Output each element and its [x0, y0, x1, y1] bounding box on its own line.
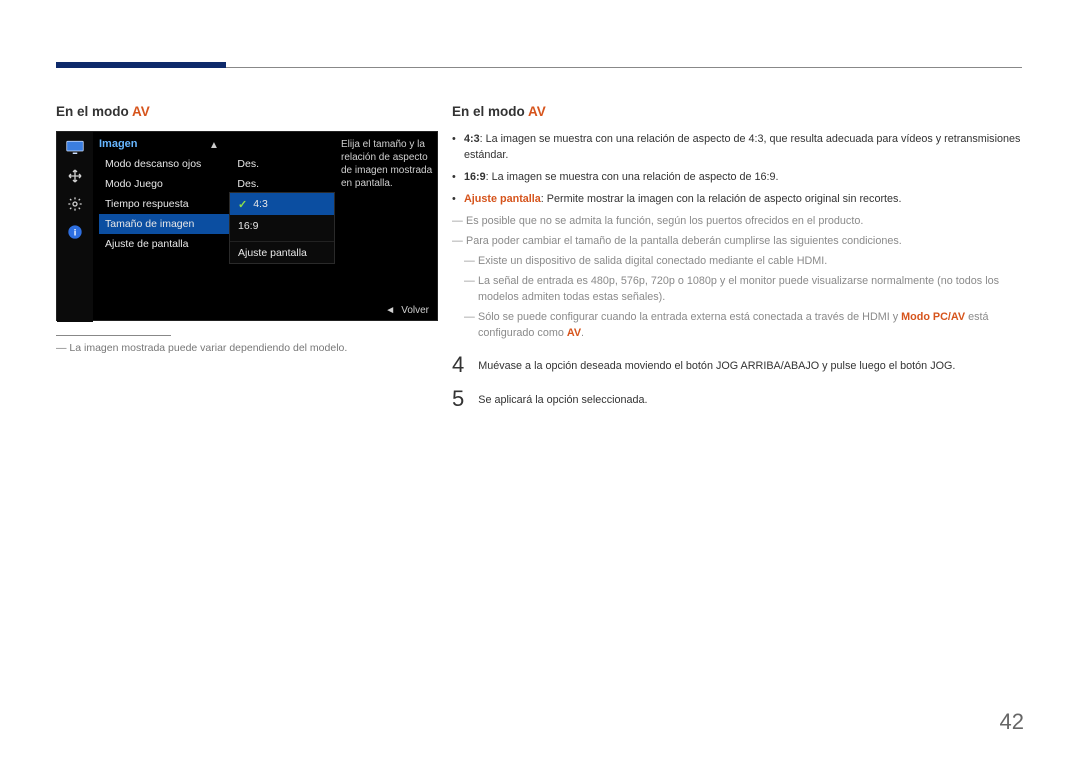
page-number: 42 [1000, 709, 1024, 735]
bullet-label: 4:3 [464, 133, 480, 145]
footnote-separator [56, 335, 171, 336]
right-column: En el modo AV 4:3: La imagen se muestra … [452, 104, 1024, 409]
osd-sub-option-selected[interactable]: ✓ 4:3 [230, 193, 334, 215]
move-icon [65, 166, 85, 186]
bullet-item: 4:3: La imagen se muestra con una relaci… [452, 131, 1024, 163]
step-number: 5 [452, 389, 464, 409]
header-bar [56, 62, 226, 68]
bullet-text: : La imagen se muestra con una relación … [464, 133, 1020, 161]
heading-prefix: En el modo [452, 104, 528, 119]
check-icon: ✓ [238, 198, 247, 211]
osd-row[interactable]: Modo Juego Des. [99, 174, 265, 194]
bullet-text: : La imagen se muestra con una relación … [486, 171, 779, 183]
svg-text:i: i [74, 227, 77, 237]
osd-subpanel: ✓ 4:3 16:9 Ajuste pantalla [229, 192, 335, 264]
monitor-icon [65, 138, 85, 158]
bullet-item: 16:9: La imagen se muestra con una relac… [452, 169, 1024, 185]
osd-sub-label: Ajuste pantalla [238, 247, 307, 259]
osd-back[interactable]: ◄ Volver [385, 305, 429, 316]
header-rule [226, 67, 1022, 68]
right-heading: En el modo AV [452, 104, 1024, 119]
bullet-text: : Permite mostrar la imagen con la relac… [541, 193, 902, 205]
heading-prefix: En el modo [56, 104, 132, 119]
step-text: Se aplicará la opción seleccionada. [478, 389, 647, 408]
subnote: Sólo se puede configurar cuando la entra… [452, 309, 1024, 341]
osd-sub-option[interactable]: 16:9 [230, 215, 334, 237]
info-icon: i [65, 222, 85, 242]
page: En el modo AV i Imagen ▲ [0, 0, 1080, 763]
note: Para poder cambiar el tamaño de la panta… [452, 233, 1024, 249]
subnote: La señal de entrada es 480p, 576p, 720p … [452, 273, 1024, 305]
osd-row-label: Ajuste de pantalla [105, 238, 188, 250]
osd-sub-label: 16:9 [238, 220, 258, 232]
osd-row-label: Tiempo respuesta [105, 198, 189, 210]
step-4: 4 Muévase a la opción deseada moviendo e… [452, 355, 1024, 375]
heading-av: AV [528, 104, 546, 119]
osd-row-label: Tamaño de imagen [105, 218, 194, 230]
left-heading: En el modo AV [56, 104, 438, 119]
step-text: Muévase a la opción deseada moviendo el … [478, 355, 955, 374]
bullet-list: 4:3: La imagen se muestra con una relaci… [452, 131, 1024, 207]
heading-av: AV [132, 104, 150, 119]
note: Es posible que no se admita la función, … [452, 213, 1024, 229]
osd-sidebar: i [57, 132, 93, 322]
step-5: 5 Se aplicará la opción seleccionada. [452, 389, 1024, 409]
osd-row-label: Modo Juego [105, 178, 163, 190]
bullet-label: 16:9 [464, 171, 486, 183]
osd-row-value: Des. [237, 178, 259, 190]
footnote: ― La imagen mostrada puede variar depend… [56, 342, 438, 354]
osd-sub-option[interactable]: Ajuste pantalla [230, 241, 334, 263]
gear-icon [65, 194, 85, 214]
arrow-left-icon: ◄ [385, 305, 395, 316]
osd-screenshot: i Imagen ▲ Modo descanso ojos Des. Modo … [56, 131, 438, 321]
osd-sub-label: 4:3 [253, 198, 268, 210]
arrow-up-icon: ▲ [209, 140, 219, 151]
step-number: 4 [452, 355, 464, 375]
bullet-label: Ajuste pantalla [464, 193, 541, 205]
osd-title: Imagen [99, 138, 138, 150]
subnote: Existe un dispositivo de salida digital … [452, 253, 1024, 269]
bullet-item: Ajuste pantalla: Permite mostrar la imag… [452, 191, 1024, 207]
left-column: En el modo AV i Imagen ▲ [56, 104, 438, 354]
osd-help-text: Elija el tamaño y la relación de aspecto… [341, 138, 433, 190]
osd-row-label: Modo descanso ojos [105, 158, 201, 170]
osd-row-value: Des. [237, 158, 259, 170]
osd-back-label: Volver [401, 305, 429, 316]
osd-row[interactable]: Modo descanso ojos Des. [99, 154, 265, 174]
